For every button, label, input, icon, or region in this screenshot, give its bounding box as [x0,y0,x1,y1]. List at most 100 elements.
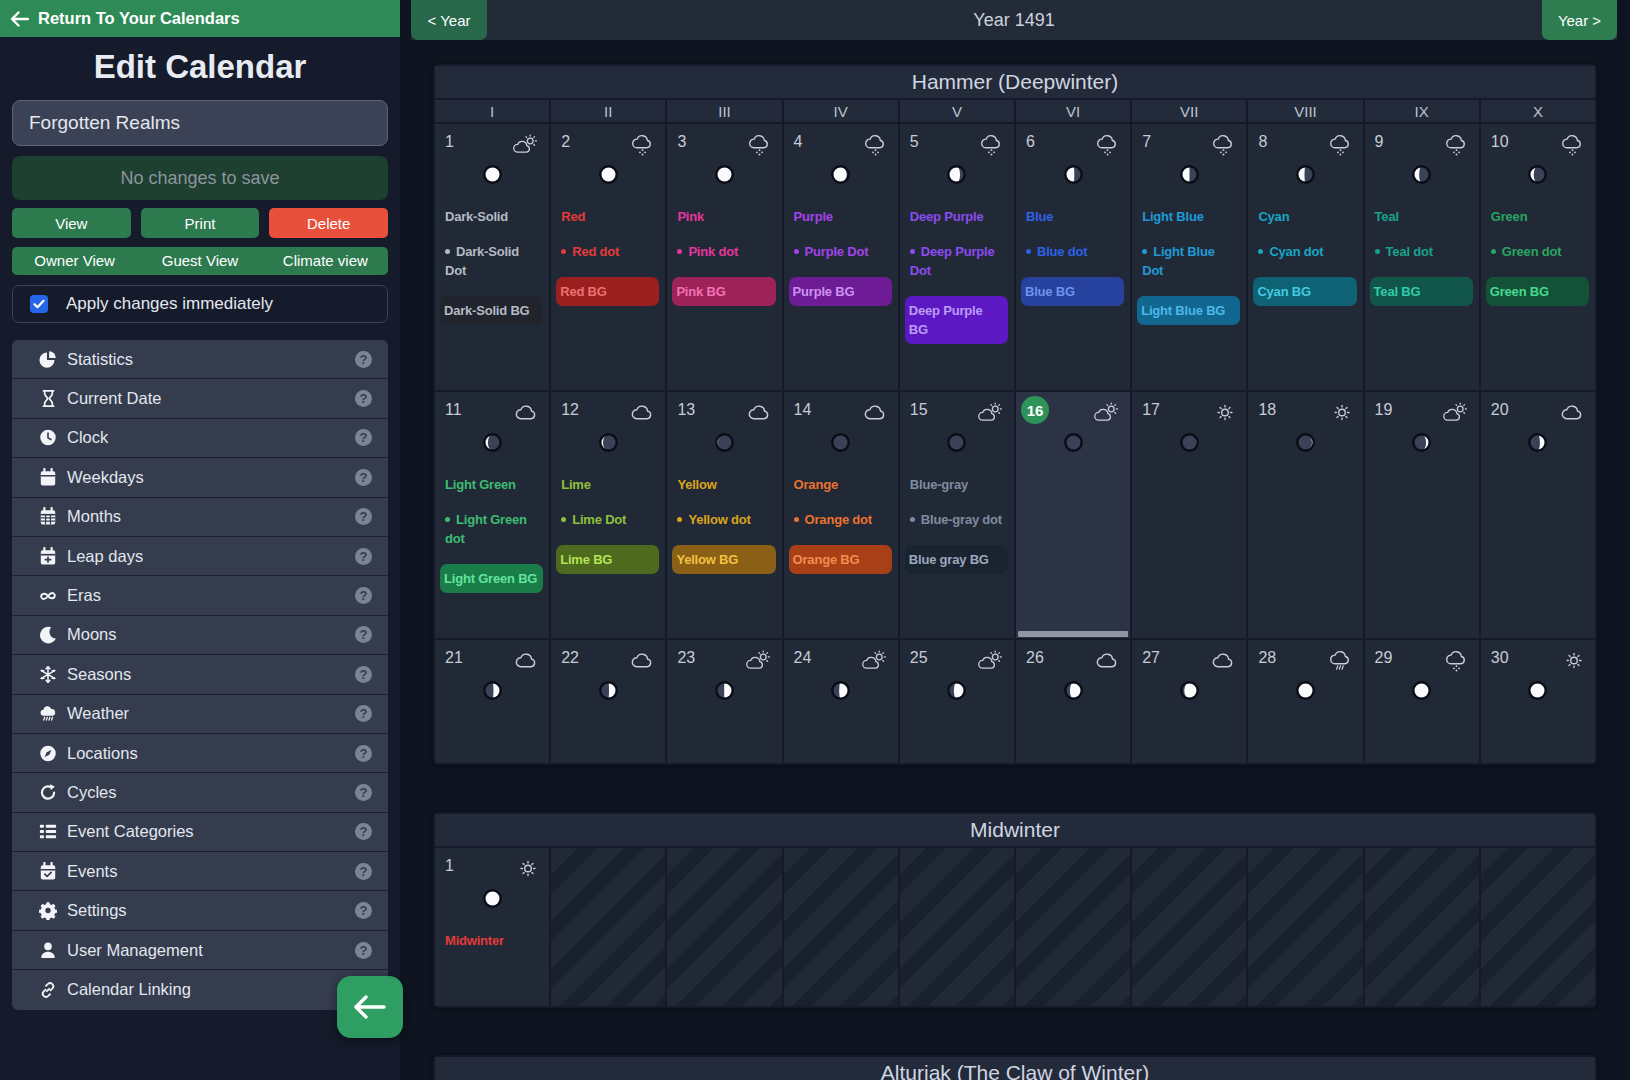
help-icon[interactable]: ? [355,587,372,604]
day-cell-8[interactable]: 8CyanCyan dotCyan BG [1248,124,1362,390]
event-solid[interactable]: Dark-Solid [445,207,539,226]
print-button[interactable]: Print [141,208,260,238]
day-cell-19[interactable]: 19 [1365,392,1479,638]
event-dot[interactable]: Lime Dot [561,510,655,529]
help-icon[interactable]: ? [355,745,372,762]
day-cell-26[interactable]: 26 [1016,640,1130,763]
event-dot[interactable]: Deep Purple Dot [910,242,1004,280]
help-icon[interactable]: ? [355,823,372,840]
save-button[interactable]: No changes to save [12,156,388,200]
day-cell-25[interactable]: 25 [900,640,1014,763]
day-cell-1[interactable]: 1Midwinter [435,848,549,1006]
sidebar-item-months[interactable]: Months? [12,498,388,537]
day-cell-7[interactable]: 7Light BlueLight Blue DotLight Blue BG [1132,124,1246,390]
calendar-name-input[interactable] [12,100,388,146]
day-cell-23[interactable]: 23 [667,640,781,763]
help-icon[interactable]: ? [355,351,372,368]
sidebar-item-clock[interactable]: Clock? [12,419,388,458]
sidebar-item-user-management[interactable]: User Management? [12,931,388,970]
sidebar-item-moons[interactable]: Moons? [12,616,388,655]
sidebar-item-seasons[interactable]: Seasons? [12,655,388,694]
day-cell-10[interactable]: 10GreenGreen dotGreen BG [1481,124,1595,390]
event-dot[interactable]: Pink dot [677,242,771,261]
day-cell-27[interactable]: 27 [1132,640,1246,763]
day-cell-9[interactable]: 9TealTeal dotTeal BG [1365,124,1479,390]
day-cell-16-current[interactable]: 16 [1016,392,1130,638]
event-dot[interactable]: Light Blue Dot [1142,242,1236,280]
event-solid[interactable]: Light Blue [1142,207,1236,226]
help-icon[interactable]: ? [355,469,372,486]
day-cell-14[interactable]: 14OrangeOrange dotOrange BG [784,392,898,638]
sidebar-item-event-categories[interactable]: Event Categories? [12,813,388,852]
event-solid[interactable]: Lime [561,475,655,494]
day-cell-13[interactable]: 13YellowYellow dotYellow BG [667,392,781,638]
owner-view-button[interactable]: Owner View [12,247,137,275]
event-bg[interactable]: Pink BG [672,277,775,306]
help-icon[interactable]: ? [355,548,372,565]
event-bg[interactable]: Yellow BG [672,545,775,574]
help-icon[interactable]: ? [355,863,372,880]
event-solid[interactable]: Purple [794,207,888,226]
event-bg[interactable]: Red BG [556,277,659,306]
day-cell-22[interactable]: 22 [551,640,665,763]
help-icon[interactable]: ? [355,942,372,959]
event-dot[interactable]: Orange dot [794,510,888,529]
help-icon[interactable]: ? [355,508,372,525]
event-solid[interactable]: Cyan [1258,207,1352,226]
event-bg[interactable]: Blue BG [1021,277,1124,306]
day-cell-17[interactable]: 17 [1132,392,1246,638]
climate-view-button[interactable]: Climate view [263,247,388,275]
help-icon[interactable]: ? [355,626,372,643]
day-cell-scrollbar[interactable] [1018,631,1128,637]
apply-changes-checkbox[interactable] [30,295,48,313]
day-cell-5[interactable]: 5Deep PurpleDeep Purple DotDeep Purple B… [900,124,1014,390]
event-dot[interactable]: Purple Dot [794,242,888,261]
sidebar-item-statistics[interactable]: Statistics? [12,340,388,379]
sidebar-item-events[interactable]: Events? [12,852,388,891]
sidebar-item-calendar-linking[interactable]: Calendar Linking? [12,970,388,1009]
event-solid[interactable]: Yellow [677,475,771,494]
event-bg[interactable]: Lime BG [556,545,659,574]
event-dot[interactable]: Blue-gray dot [910,510,1004,529]
return-to-calendars-link[interactable]: Return To Your Calendars [0,0,400,37]
event-solid[interactable]: Red [561,207,655,226]
previous-year-button[interactable]: < Year [411,0,487,40]
delete-button[interactable]: Delete [269,208,388,238]
sidebar-item-weather[interactable]: Weather? [12,695,388,734]
help-icon[interactable]: ? [355,390,372,407]
event-bg[interactable]: Green BG [1486,277,1589,306]
event-bg[interactable]: Cyan BG [1253,277,1356,306]
collapse-sidebar-button[interactable] [337,976,403,1038]
help-icon[interactable]: ? [355,666,372,683]
event-dot[interactable]: Yellow dot [677,510,771,529]
event-solid[interactable]: Green [1491,207,1585,226]
event-bg[interactable]: Teal BG [1370,277,1473,306]
sidebar-item-weekdays[interactable]: Weekdays? [12,458,388,497]
day-cell-28[interactable]: 28 [1248,640,1362,763]
event-bg[interactable]: Blue gray BG [905,545,1008,574]
help-icon[interactable]: ? [355,902,372,919]
sidebar-item-settings[interactable]: Settings? [12,891,388,930]
day-cell-11[interactable]: 11Light GreenLight Green dotLight Green … [435,392,549,638]
event-bg[interactable]: Light Green BG [440,564,543,593]
guest-view-button[interactable]: Guest View [137,247,262,275]
day-cell-15[interactable]: 15Blue-grayBlue-gray dotBlue gray BG [900,392,1014,638]
event-dot[interactable]: Dark-Solid Dot [445,242,539,280]
day-cell-24[interactable]: 24 [784,640,898,763]
event-dot[interactable]: Cyan dot [1258,242,1352,261]
day-cell-29[interactable]: 29 [1365,640,1479,763]
day-cell-3[interactable]: 3PinkPink dotPink BG [667,124,781,390]
help-icon[interactable]: ? [355,705,372,722]
event-dot[interactable]: Teal dot [1375,242,1469,261]
help-icon[interactable]: ? [355,784,372,801]
event-dot[interactable]: Light Green dot [445,510,539,548]
event-dot[interactable]: Blue dot [1026,242,1120,261]
event-solid[interactable]: Blue [1026,207,1120,226]
event-dot[interactable]: Green dot [1491,242,1585,261]
event-solid[interactable]: Blue-gray [910,475,1004,494]
day-cell-12[interactable]: 12LimeLime DotLime BG [551,392,665,638]
event-solid[interactable]: Light Green [445,475,539,494]
event-solid[interactable]: Midwinter [445,931,539,950]
sidebar-item-eras[interactable]: Eras? [12,576,388,615]
day-cell-1[interactable]: 1Dark-SolidDark-Solid DotDark-Solid BG [435,124,549,390]
